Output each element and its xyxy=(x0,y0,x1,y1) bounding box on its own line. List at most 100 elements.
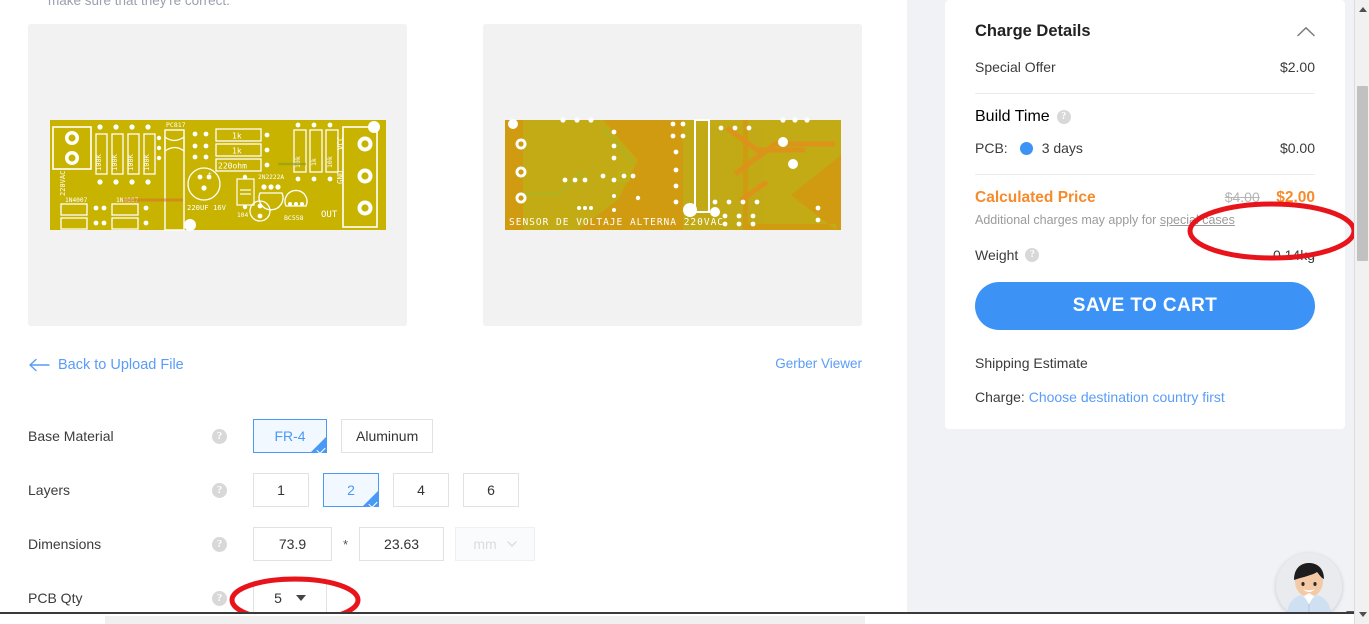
svg-text:10k: 10k xyxy=(326,156,334,168)
special-offer-value: $2.00 xyxy=(1279,59,1315,75)
help-icon-weight[interactable]: ? xyxy=(1025,248,1040,262)
base-material-option-fr4[interactable]: FR-4 xyxy=(253,419,327,455)
base-material-option-aluminum[interactable]: Aluminum xyxy=(341,419,434,453)
dimensions-label: Dimensions xyxy=(28,536,102,552)
shipping-estimate-title: Shipping Estimate xyxy=(975,355,1088,371)
help-icon-layers[interactable]: ? xyxy=(212,482,227,498)
layers-option-6[interactable]: 6 xyxy=(463,473,519,507)
choose-destination-link[interactable]: Choose destination country first xyxy=(1029,389,1225,405)
svg-text:2N2222A: 2N2222A xyxy=(258,174,284,181)
layers-option-6-label: 6 xyxy=(487,482,495,498)
layers-option-2[interactable]: 2 xyxy=(323,473,379,509)
svg-text:104: 104 xyxy=(237,212,248,219)
layers-option-1[interactable]: 1 xyxy=(253,473,309,507)
chevron-down-icon xyxy=(507,541,517,547)
arrow-left-icon xyxy=(29,358,50,372)
svg-text:1N4007: 1N4007 xyxy=(65,197,88,204)
svg-text:100K: 100K xyxy=(127,153,135,171)
scroll-down-button[interactable] xyxy=(1355,607,1369,622)
charge-details-header: Charge Details xyxy=(975,22,1315,41)
svg-text:1k: 1k xyxy=(232,132,242,141)
svg-text:SENSOR DE VOLTAJE ALTERNA 220V: SENSOR DE VOLTAJE ALTERNA 220VAC xyxy=(509,217,724,228)
pcb-qty-label: PCB Qty xyxy=(28,590,83,606)
weight-label: Weight xyxy=(975,247,1019,263)
shipping-charge-label: Charge: xyxy=(975,389,1025,405)
dimension-separator: * xyxy=(343,536,349,552)
svg-text:1k: 1k xyxy=(310,158,318,166)
build-time-pcb-label: PCB: xyxy=(975,140,1008,156)
svg-text:GND: GND xyxy=(336,170,345,184)
main-content-column: make sure that they're correct. 220VAC 1… xyxy=(0,0,907,612)
check-icon xyxy=(316,444,326,455)
layers-label: Layers xyxy=(28,482,71,498)
build-time-pcb-value: $0.00 xyxy=(1279,140,1315,156)
svg-text:1k: 1k xyxy=(232,147,242,156)
charge-details-card: Charge Details Special Offer $2.00 Build… xyxy=(945,0,1345,429)
help-icon-pcb-qty[interactable]: ? xyxy=(212,590,227,606)
option-row-layers: Layers ? 1 2 4 6 xyxy=(28,473,533,509)
vertical-scrollbar[interactable] xyxy=(1354,0,1369,624)
pcb-preview-back[interactable]: SENSOR DE VOLTAJE ALTERNA 220VAC xyxy=(483,24,862,326)
scroll-up-button[interactable] xyxy=(1355,2,1369,17)
triangle-up-icon xyxy=(1358,7,1367,12)
svg-text:100K: 100K xyxy=(143,153,151,171)
svg-text:220VAC: 220VAC xyxy=(59,171,67,196)
shipping-charge-row: Charge: Choose destination country first xyxy=(975,389,1315,405)
base-material-option-aluminum-label: Aluminum xyxy=(356,428,419,444)
calculated-price-new: $2.00 xyxy=(1276,189,1315,206)
page-root: make sure that they're correct. 220VAC 1… xyxy=(0,0,1369,624)
help-icon-dimensions[interactable]: ? xyxy=(212,536,227,552)
calculated-price-label: Calculated Price xyxy=(975,189,1096,206)
triangle-down-icon xyxy=(1358,612,1367,617)
weight-value: 0.14kg xyxy=(1272,247,1315,263)
dimension-unit-value: mm xyxy=(473,536,497,552)
additional-charges-note: Additional charges may apply for special… xyxy=(975,213,1315,227)
special-offer-label: Special Offer xyxy=(975,59,1056,75)
back-to-upload-label: Back to Upload File xyxy=(58,357,184,373)
svg-text:100K: 100K xyxy=(95,153,103,171)
svg-text:10k: 10k xyxy=(294,156,302,168)
calculated-price-row: Calculated Price $4.00 $2.00 xyxy=(975,189,1315,207)
svg-text:+: + xyxy=(208,171,212,178)
svg-text:BC558: BC558 xyxy=(284,214,304,222)
layers-option-2-label: 2 xyxy=(347,482,355,498)
option-row-dimensions: Dimensions ? * mm xyxy=(28,527,536,561)
special-cases-link[interactable]: special cases xyxy=(1160,213,1235,227)
build-time-pcb-row: PCB: 3 days $0.00 xyxy=(975,140,1315,156)
save-to-cart-button[interactable]: SAVE TO CART xyxy=(975,282,1315,330)
radio-selected-icon[interactable] xyxy=(1019,141,1033,155)
build-time-label: Build Time xyxy=(975,108,1050,125)
gerber-viewer-link[interactable]: Gerber Viewer xyxy=(775,356,862,371)
svg-text:220UF 16V: 220UF 16V xyxy=(187,203,227,212)
pcb-preview-front[interactable]: 220VAC 100K 100K 100K 100K 1N4007 1N4007… xyxy=(28,24,407,326)
additional-charges-prefix: Additional charges may apply for xyxy=(975,213,1160,227)
horizontal-scrollbar[interactable] xyxy=(0,612,1354,624)
dimension-height-input[interactable] xyxy=(359,527,445,561)
pcb-qty-select[interactable]: 5 xyxy=(253,581,327,612)
dimension-unit-select[interactable]: mm xyxy=(455,527,536,561)
chevron-up-icon[interactable] xyxy=(1297,26,1315,37)
svg-text:100K: 100K xyxy=(111,153,119,171)
back-to-upload-link[interactable]: Back to Upload File xyxy=(28,357,184,373)
vertical-scrollbar-thumb[interactable] xyxy=(1357,86,1368,261)
layers-option-4-label: 4 xyxy=(417,482,425,498)
layers-option-4[interactable]: 4 xyxy=(393,473,449,507)
support-widget[interactable] xyxy=(1276,553,1356,619)
calculated-price-old: $4.00 xyxy=(1224,189,1260,205)
svg-text:220ohm: 220ohm xyxy=(218,162,247,171)
live-chat-avatar[interactable] xyxy=(1276,553,1342,619)
charge-details-title: Charge Details xyxy=(975,22,1091,40)
help-icon-base-material[interactable]: ? xyxy=(212,428,227,444)
base-material-option-fr4-label: FR-4 xyxy=(274,428,306,444)
base-material-label: Base Material xyxy=(28,428,114,444)
dimension-width-input[interactable] xyxy=(253,527,332,561)
weight-row: Weight ? 0.14kg xyxy=(975,247,1315,263)
special-offer-row: Special Offer $2.00 xyxy=(975,59,1315,75)
horizontal-scrollbar-thumb[interactable] xyxy=(105,616,865,624)
pcb-qty-value: 5 xyxy=(274,590,282,606)
help-icon-build-time[interactable]: ? xyxy=(1056,110,1071,124)
summary-rail: Charge Details Special Offer $2.00 Build… xyxy=(907,0,1354,612)
layers-option-1-label: 1 xyxy=(277,482,285,498)
svg-text:OUT: OUT xyxy=(321,210,338,220)
option-row-pcb-qty: PCB Qty ? 5 xyxy=(28,581,327,612)
